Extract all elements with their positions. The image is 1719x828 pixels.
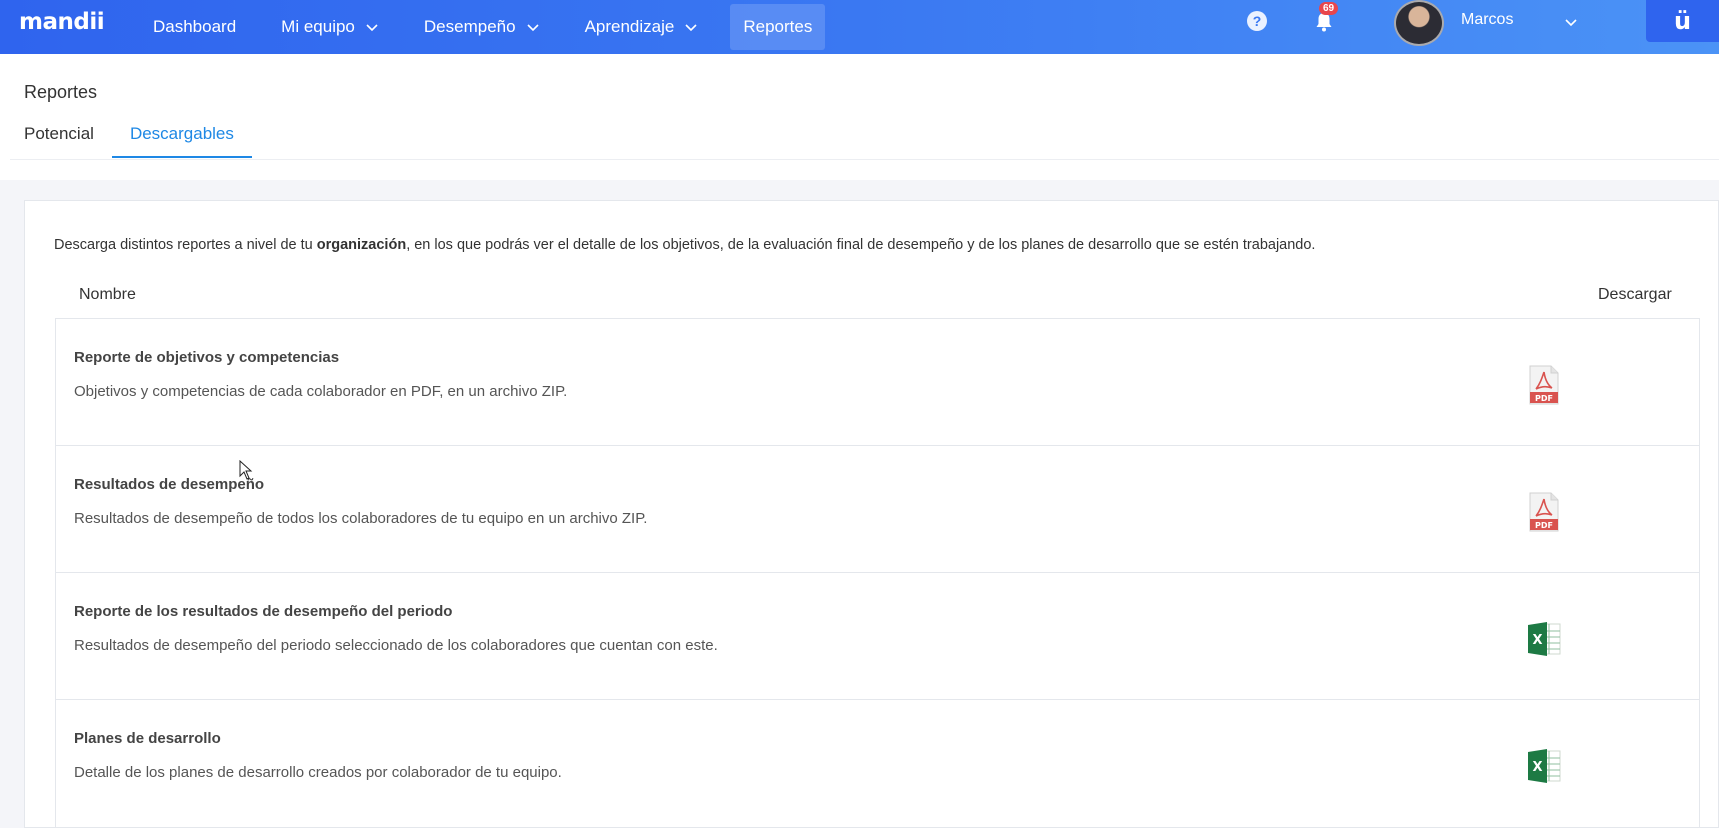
report-tabs: Potencial Descargables	[24, 124, 288, 158]
chevron-down-icon	[526, 24, 539, 32]
nav-item-label: Dashboard	[153, 17, 237, 36]
report-description: Resultados de desempeño de todos los col…	[74, 510, 648, 527]
report-description: Objetivos y competencias de cada colabor…	[74, 383, 568, 400]
report-title: Resultados de desempeño	[74, 476, 265, 493]
top-navigation-bar: mandii Dashboard Mi equipo Desempeño Apr…	[0, 0, 1719, 54]
report-title: Planes de desarrollo	[74, 730, 221, 747]
intro-text-bold: organización	[316, 237, 407, 253]
list-item: Reporte de los resultados de desempeño d…	[56, 573, 1699, 700]
intro-text-start: Descarga distintos reportes a nivel de t…	[54, 237, 317, 253]
user-name[interactable]: Marcos	[1461, 11, 1513, 29]
report-description: Resultados de desempeño del periodo sele…	[74, 637, 718, 654]
brand-menu-button[interactable]: ü	[1646, 0, 1719, 42]
pdf-icon[interactable]: PDF	[1527, 365, 1561, 405]
nav-item-aprendizaje[interactable]: Aprendizaje	[572, 4, 712, 50]
main-nav: Dashboard Mi equipo Desempeño Aprendizaj…	[140, 0, 844, 54]
nav-item-dashboard[interactable]: Dashboard	[140, 4, 249, 50]
tab-potencial[interactable]: Potencial	[24, 124, 94, 158]
nav-item-reportes[interactable]: Reportes	[730, 4, 826, 50]
excel-icon[interactable]: X	[1527, 746, 1561, 786]
chevron-down-icon	[685, 24, 697, 32]
help-icon[interactable]: ?	[1247, 11, 1267, 31]
page-header	[0, 54, 1719, 180]
notification-count-badge: 69	[1319, 2, 1339, 15]
downloads-card: Descarga distintos reportes a nivel de t…	[24, 200, 1719, 828]
column-header-download: Descargar	[1598, 286, 1672, 303]
reports-list: Reporte de objetivos y competencias Obje…	[55, 318, 1700, 828]
nav-item-desempeno[interactable]: Desempeño	[411, 4, 553, 50]
nav-item-label: Reportes	[743, 17, 813, 36]
tabs-divider	[10, 159, 1719, 160]
excel-icon-label: X	[1532, 760, 1542, 775]
nav-item-label: Mi equipo	[281, 17, 355, 36]
pdf-icon[interactable]: PDF	[1527, 492, 1561, 532]
pdf-icon-label: PDF	[1535, 521, 1553, 530]
chevron-down-icon	[366, 24, 378, 32]
report-description: Detalle de los planes de desarrollo crea…	[74, 764, 562, 781]
list-item: Planes de desarrollo Detalle de los plan…	[56, 700, 1699, 827]
list-item: Reporte de objetivos y competencias Obje…	[56, 319, 1699, 446]
pdf-icon-label: PDF	[1535, 394, 1553, 403]
mouse-cursor-icon	[239, 460, 253, 480]
report-title: Reporte de objetivos y competencias	[74, 349, 340, 366]
excel-icon[interactable]: X	[1527, 619, 1561, 659]
intro-text: Descarga distintos reportes a nivel de t…	[54, 237, 1315, 253]
chevron-down-icon[interactable]	[1564, 15, 1578, 29]
app-logo[interactable]: mandii	[19, 9, 105, 35]
nav-item-label: Aprendizaje	[584, 17, 675, 36]
nav-item-mi-equipo[interactable]: Mi equipo	[268, 4, 392, 50]
avatar[interactable]	[1394, 0, 1444, 46]
tab-descargables[interactable]: Descargables	[111, 124, 252, 158]
excel-icon-label: X	[1532, 633, 1542, 648]
list-item: Resultados de desempeño Resultados de de…	[56, 446, 1699, 573]
page-title: Reportes	[24, 82, 98, 102]
intro-text-end: , en los que podrás ver el detalle de lo…	[406, 237, 1316, 253]
report-title: Reporte de los resultados de desempeño d…	[74, 603, 453, 620]
nav-item-label: Desempeño	[423, 17, 516, 36]
column-header-name: Nombre	[79, 286, 136, 303]
